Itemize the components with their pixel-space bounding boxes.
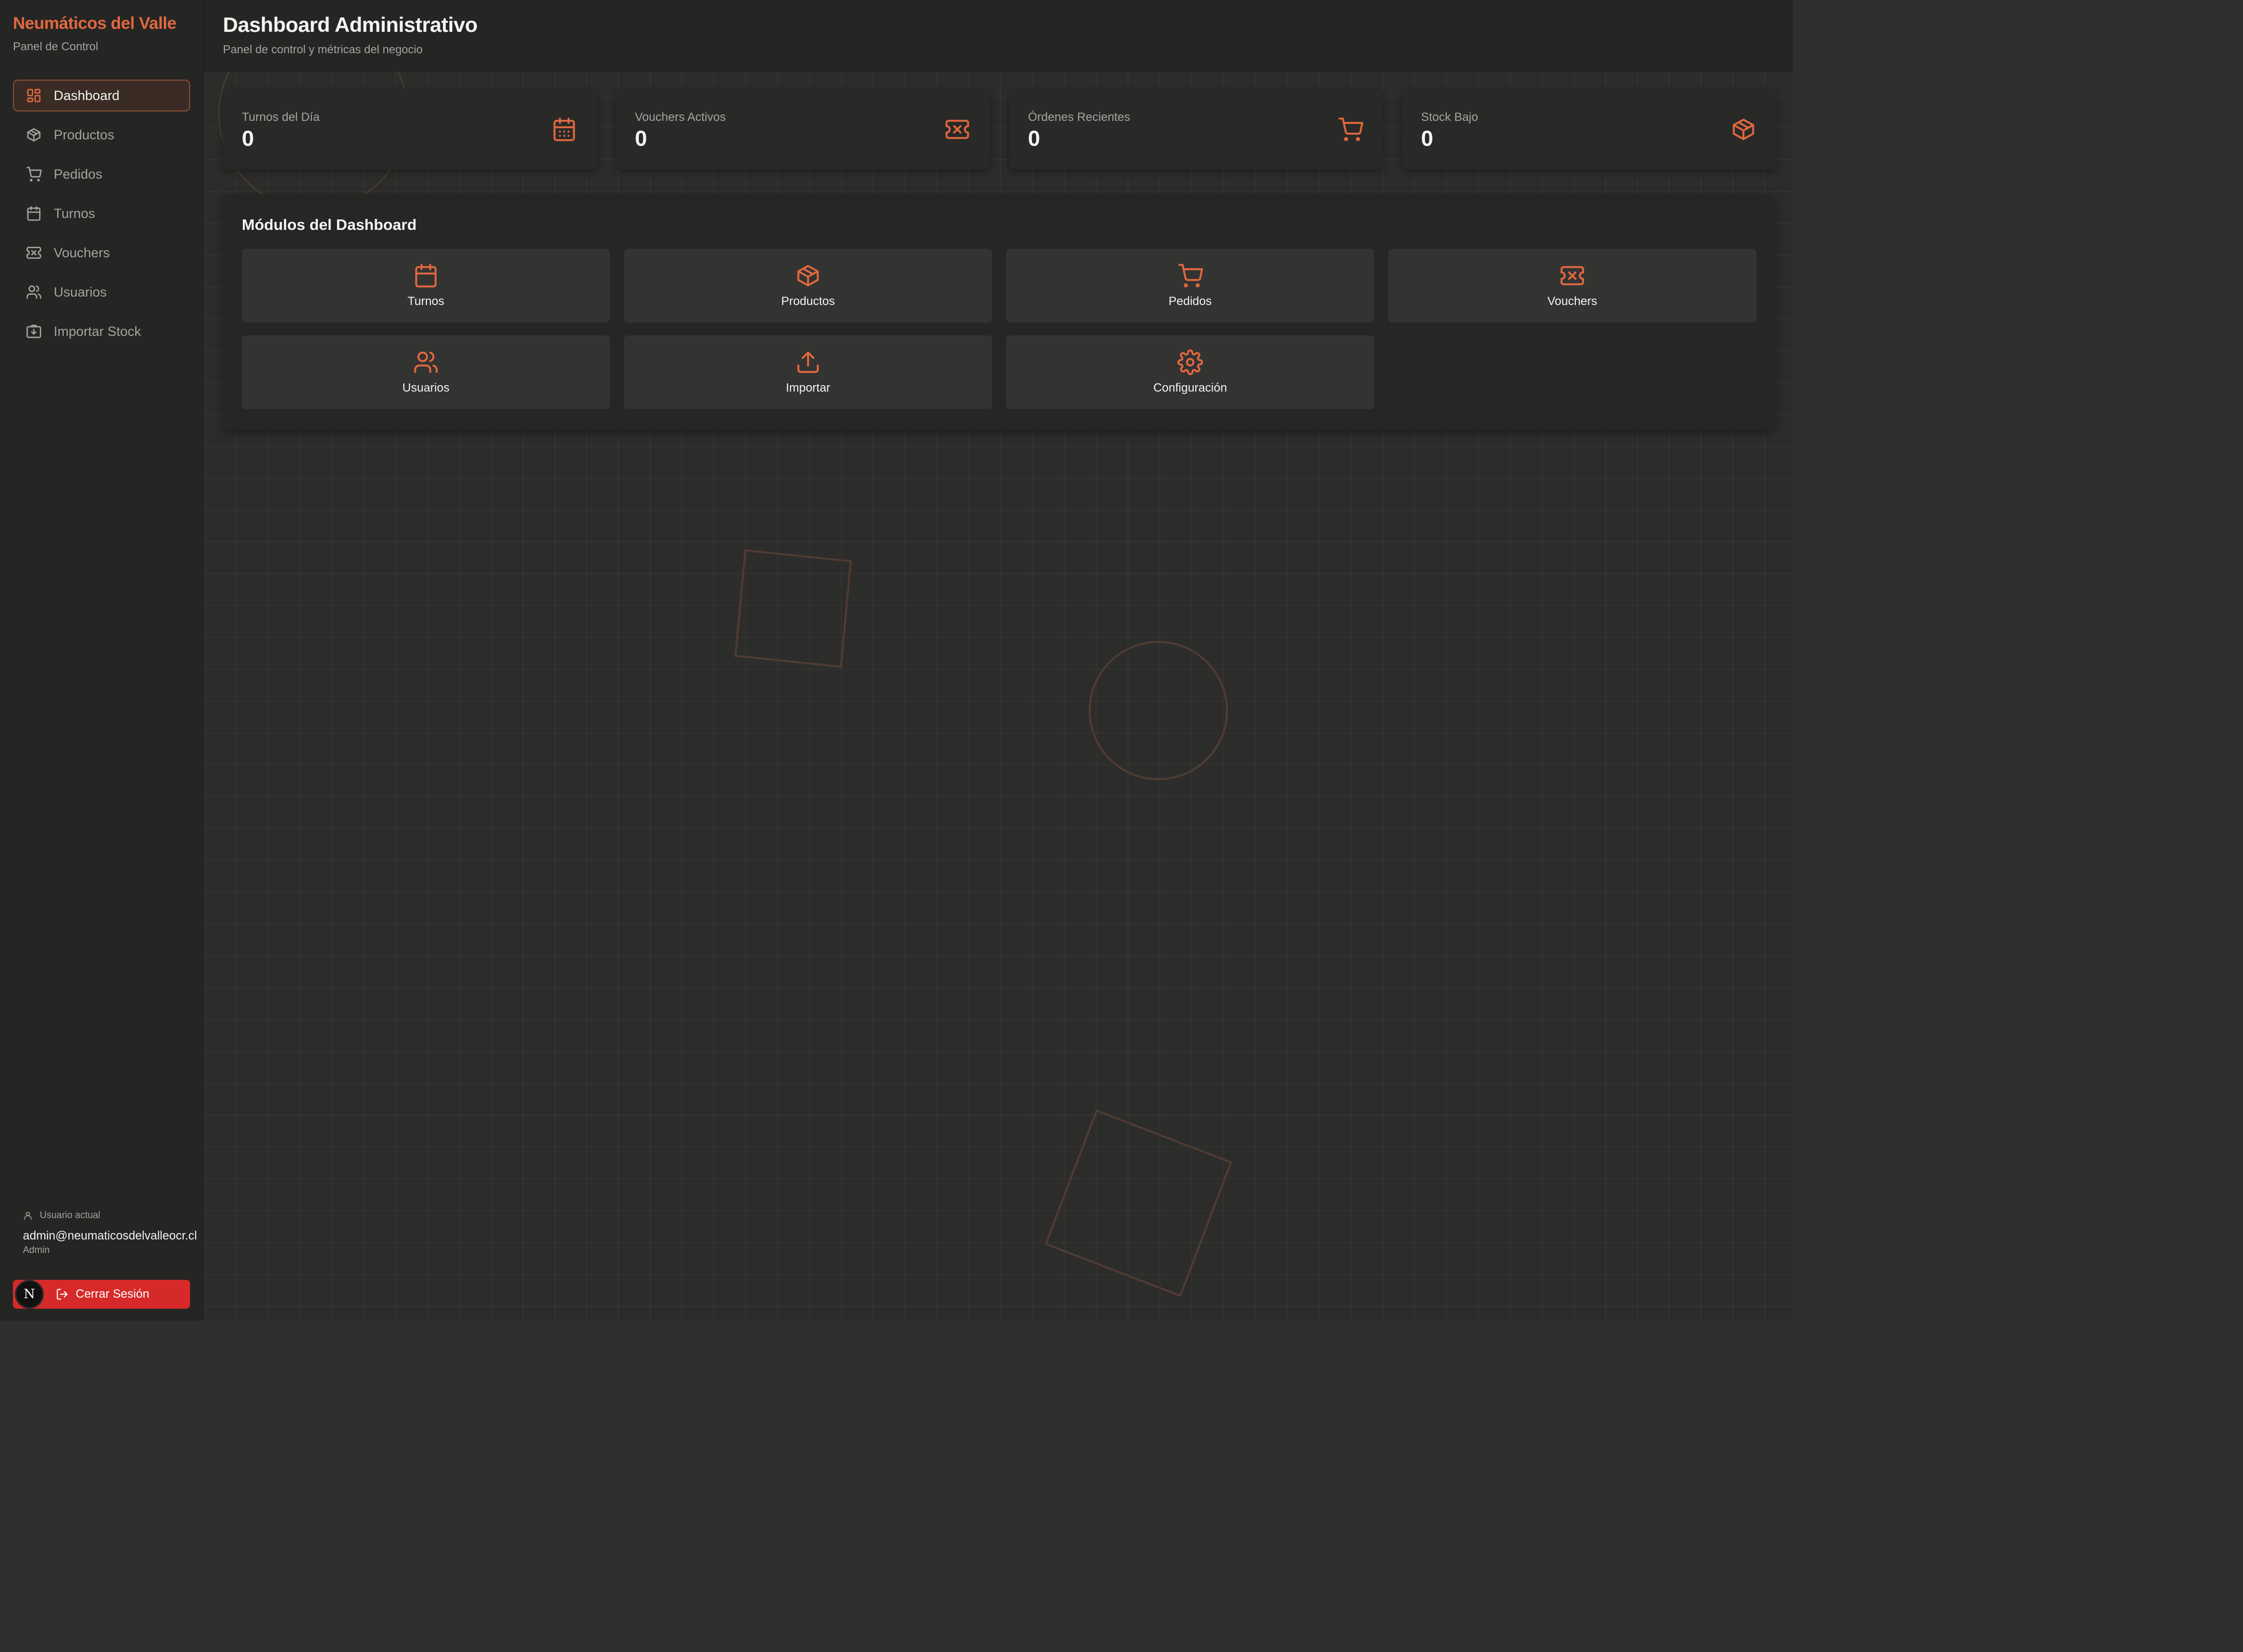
sidebar-item-productos[interactable]: Productos — [13, 119, 190, 151]
module-pedidos[interactable]: Pedidos — [1006, 249, 1374, 322]
cart-icon — [1337, 116, 1363, 142]
sidebar-item-label: Turnos — [54, 206, 96, 221]
sidebar-item-label: Vouchers — [54, 245, 110, 260]
dashboard-grid-icon — [26, 88, 42, 103]
sidebar-item-pedidos[interactable]: Pedidos — [13, 158, 190, 190]
stat-value: 0 — [635, 126, 647, 151]
stat-label: Stock Bajo — [1421, 110, 1478, 124]
sidebar-item-label: Dashboard — [54, 88, 120, 103]
modules-title: Módulos del Dashboard — [242, 216, 417, 233]
brand-subtitle: Panel de Control — [13, 40, 99, 53]
sidebar-item-dashboard[interactable]: Dashboard — [13, 80, 190, 111]
stat-card-turnos-del-dia: Turnos del Día 0 — [223, 89, 597, 169]
page-title: Dashboard Administrativo — [223, 13, 478, 36]
stat-value: 0 — [1028, 126, 1040, 151]
cart-icon — [1177, 263, 1203, 289]
app-window: Neumáticos del Valle Panel de Control Da… — [0, 0, 1793, 1321]
module-label: Pedidos — [1168, 295, 1212, 308]
logout-label: Cerrar Sesión — [76, 1287, 150, 1301]
module-label: Vouchers — [1547, 295, 1598, 308]
module-configuracion[interactable]: Configuración — [1006, 335, 1374, 409]
sidebar-item-label: Pedidos — [54, 166, 102, 182]
main-content: Dashboard Administrativo Panel de contro… — [204, 0, 1793, 1321]
stat-card-ordenes-recientes: Órdenes Recientes 0 — [1009, 89, 1383, 169]
box-icon — [1731, 116, 1756, 142]
current-user-email: admin@neumaticosdelvalleocr.cl — [23, 1229, 197, 1242]
sidebar-item-importar-stock[interactable]: Importar Stock — [13, 315, 190, 347]
sidebar-item-usuarios[interactable]: Usuarios — [13, 276, 190, 308]
module-label: Importar — [786, 381, 830, 395]
box-icon — [795, 263, 821, 289]
module-label: Usuarios — [402, 381, 450, 395]
calendar-icon — [26, 206, 42, 221]
current-user-heading-label: Usuario actual — [40, 1210, 101, 1221]
users-icon — [413, 349, 439, 375]
stat-label: Turnos del Día — [242, 110, 320, 124]
stat-card-vouchers-activos: Vouchers Activos 0 — [616, 89, 990, 169]
sidebar: Neumáticos del Valle Panel de Control Da… — [0, 0, 204, 1321]
module-usuarios[interactable]: Usuarios — [242, 335, 610, 409]
stat-value: 0 — [1421, 126, 1433, 151]
box-icon — [26, 127, 42, 143]
sidebar-item-vouchers[interactable]: Vouchers — [13, 237, 190, 269]
module-label: Productos — [781, 295, 835, 308]
upload-icon — [795, 349, 821, 375]
module-vouchers[interactable]: Vouchers — [1388, 249, 1756, 322]
cart-icon — [26, 166, 42, 182]
current-user-heading: Usuario actual — [23, 1210, 202, 1221]
stat-card-stock-bajo: Stock Bajo 0 — [1402, 89, 1776, 169]
module-turnos[interactable]: Turnos — [242, 249, 610, 322]
stat-label: Vouchers Activos — [635, 110, 726, 124]
user-icon — [24, 1212, 32, 1220]
logout-icon — [56, 1288, 69, 1301]
calendar-icon — [413, 263, 439, 289]
stat-value: 0 — [242, 126, 254, 151]
sidebar-nav: Dashboard Productos Pedidos Turnos Vouch… — [13, 80, 190, 355]
current-user-role: Admin — [23, 1245, 50, 1255]
sidebar-item-label: Usuarios — [54, 284, 107, 300]
import-icon — [26, 323, 42, 339]
module-label: Configuración — [1153, 381, 1227, 395]
users-icon — [26, 284, 42, 300]
gear-icon — [1177, 349, 1203, 375]
current-user: Usuario actual admin@neumaticosdelvalleo… — [23, 1210, 202, 1256]
ticket-icon — [944, 116, 970, 142]
sidebar-item-turnos[interactable]: Turnos — [13, 198, 190, 229]
modules-panel: Módulos del Dashboard Turnos Productos P… — [223, 194, 1775, 430]
brand-name[interactable]: Neumáticos del Valle — [13, 14, 177, 33]
avatar[interactable]: N — [15, 1280, 44, 1309]
page-subtitle: Panel de control y métricas del negocio — [223, 43, 423, 56]
sidebar-item-label: Productos — [54, 127, 114, 142]
module-importar[interactable]: Importar — [624, 335, 992, 409]
ticket-icon — [26, 245, 42, 261]
ticket-icon — [1559, 263, 1585, 289]
stat-label: Órdenes Recientes — [1028, 110, 1130, 124]
sidebar-item-label: Importar Stock — [54, 323, 141, 339]
module-productos[interactable]: Productos — [624, 249, 992, 322]
module-label: Turnos — [408, 295, 444, 308]
calendar-icon — [551, 116, 577, 142]
page-header: Dashboard Administrativo Panel de contro… — [204, 0, 1793, 72]
